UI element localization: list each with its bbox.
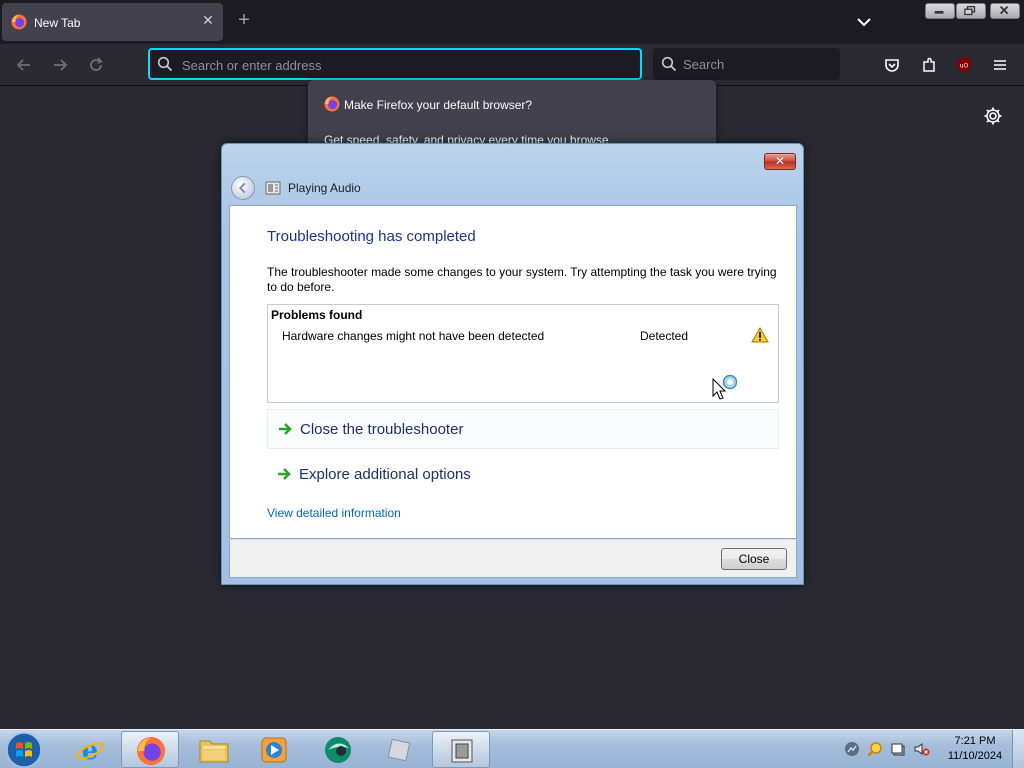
media-player-icon — [261, 737, 287, 763]
explore-options-link[interactable]: Explore additional options — [267, 455, 779, 495]
folder-icon — [199, 740, 229, 763]
minimize-button[interactable] — [925, 3, 955, 19]
clock[interactable]: 7:21 PM 11/10/2024 — [940, 734, 1010, 764]
search-icon — [157, 56, 173, 72]
warning-icon — [751, 327, 769, 343]
search-icon — [661, 56, 677, 72]
show-desktop-button[interactable] — [1012, 730, 1024, 768]
back-arrow-icon[interactable] — [14, 55, 34, 75]
taskbar-internet-explorer[interactable]: e — [61, 731, 119, 768]
close-troubleshooter-link[interactable]: Close the troubleshooter — [267, 409, 779, 449]
problem-status: Detected — [640, 329, 689, 343]
firefox-icon — [324, 96, 340, 112]
busy-cursor-icon — [712, 374, 738, 400]
search-bar[interactable] — [653, 48, 840, 80]
default-browser-prompt: Make Firefox your default browser? Get s… — [308, 80, 716, 150]
minimize-icon — [934, 11, 944, 14]
green-arrow-icon — [278, 468, 291, 480]
taskbar-file-explorer[interactable] — [184, 731, 242, 768]
address-input[interactable] — [182, 55, 622, 75]
firefox-icon — [11, 14, 27, 30]
restore-button[interactable] — [956, 3, 986, 19]
back-button[interactable] — [231, 176, 255, 200]
tab-new-tab[interactable]: New Tab ✕ — [2, 3, 223, 41]
action-center-icon[interactable] — [890, 741, 906, 757]
new-tab-button[interactable]: + — [234, 10, 254, 30]
app-icon — [387, 738, 411, 762]
taskbar: e 7:21 PM 11/10/2024 — [0, 729, 1024, 768]
troubleshooter-icon — [265, 181, 281, 195]
tab-bar: New Tab ✕ + — [0, 0, 1024, 44]
dialog-description: The troubleshooter made some changes to … — [267, 265, 777, 294]
internet-explorer-icon: e — [76, 736, 104, 765]
start-button[interactable] — [4, 731, 44, 768]
troubleshooter-icon — [451, 739, 473, 763]
close-troubleshooter-label: Close the troubleshooter — [300, 421, 464, 438]
taskbar-app-green[interactable] — [308, 731, 366, 768]
default-prompt-heading: Make Firefox your default browser? — [344, 98, 533, 112]
dialog-heading: Troubleshooting has completed — [267, 228, 476, 245]
taskbar-media-player[interactable] — [245, 731, 303, 768]
explore-options-label: Explore additional options — [299, 466, 471, 483]
gear-icon[interactable] — [983, 106, 1003, 126]
network-icon[interactable] — [844, 741, 860, 757]
view-detailed-information-link[interactable]: View detailed information — [267, 506, 401, 520]
chevron-down-icon[interactable] — [855, 13, 873, 31]
dialog-window-title: Playing Audio — [288, 181, 361, 195]
back-arrow-icon — [238, 182, 246, 194]
ublock-origin-icon[interactable]: uO — [955, 56, 973, 74]
search-magnifier-icon[interactable] — [867, 741, 883, 757]
svg-text:e: e — [82, 736, 99, 765]
clock-date: 11/10/2024 — [947, 750, 1003, 762]
reload-icon[interactable] — [86, 55, 106, 75]
dialog-footer: Close — [229, 539, 797, 578]
extensions-icon[interactable] — [920, 56, 938, 74]
dialog-close-button[interactable]: ✕ — [764, 153, 796, 170]
close-window-button[interactable] — [990, 3, 1020, 19]
tab-title: New Tab — [34, 16, 81, 30]
svg-text:uO: uO — [960, 63, 969, 70]
taskbar-app-gray[interactable] — [370, 731, 428, 768]
restore-icon — [964, 5, 976, 16]
taskbar-firefox[interactable] — [121, 731, 179, 768]
hamburger-menu-icon[interactable] — [991, 56, 1009, 74]
close-tab-icon[interactable]: ✕ — [201, 13, 215, 27]
volume-muted-icon[interactable] — [914, 741, 930, 757]
close-button[interactable]: Close — [721, 548, 787, 570]
problems-header: Problems found — [271, 308, 363, 322]
green-arrow-icon — [279, 423, 292, 435]
problem-name: Hardware changes might not have been det… — [282, 329, 545, 343]
firefox-icon — [136, 736, 166, 766]
taskbar-troubleshooter[interactable] — [432, 731, 490, 768]
close-icon — [1000, 6, 1009, 15]
troubleshooter-dialog: ✕ Playing Audio Troubleshooting has comp… — [221, 143, 804, 585]
problems-found-list: Problems found Hardware changes might no… — [267, 304, 779, 403]
app-icon — [325, 737, 351, 763]
pocket-icon[interactable] — [883, 56, 901, 74]
search-input[interactable] — [683, 54, 833, 74]
forward-arrow-icon[interactable] — [50, 55, 70, 75]
address-bar[interactable] — [148, 48, 642, 80]
clock-time: 7:21 PM — [954, 735, 996, 747]
